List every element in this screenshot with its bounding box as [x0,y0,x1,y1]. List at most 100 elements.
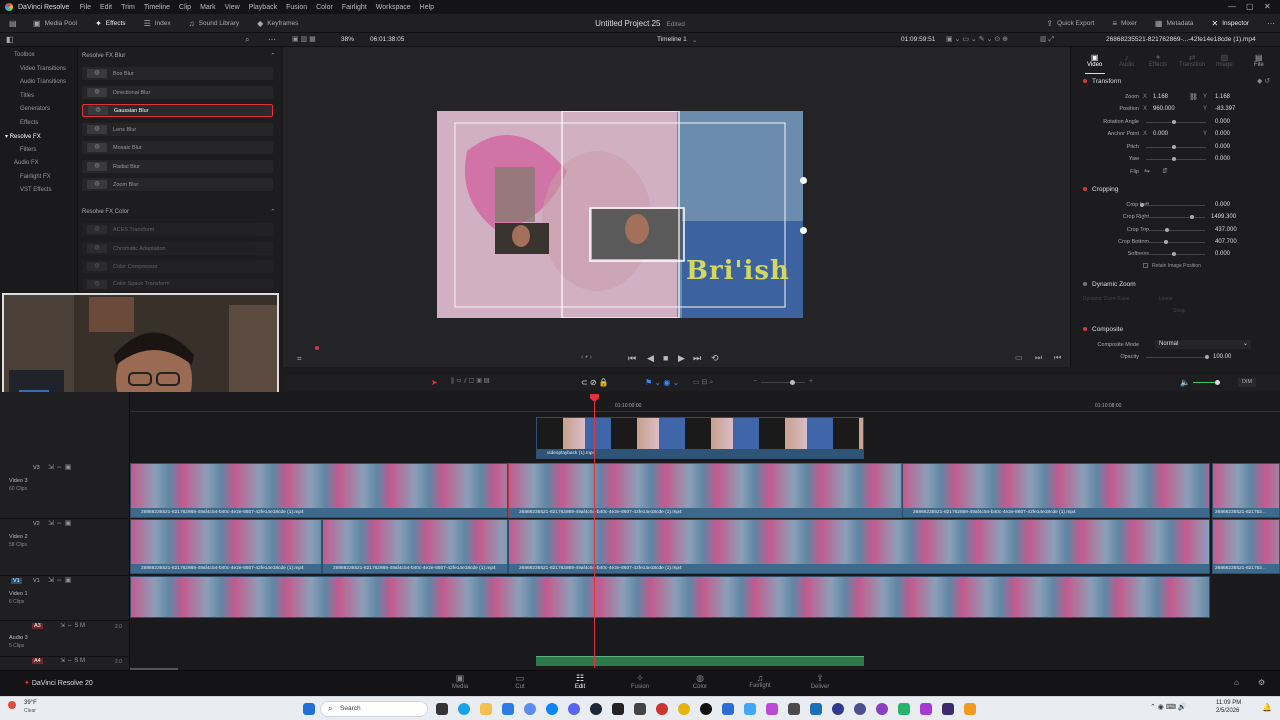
crop-right-knob[interactable] [1190,215,1194,219]
panel-toggle-button[interactable]: ▤ [0,14,24,33]
transform-header[interactable]: Transform [1083,78,1121,85]
yaw-field[interactable]: 0.000 [1215,156,1230,162]
page-deliver[interactable]: ⇪ Deliver [800,671,840,690]
track-controls-icon[interactable]: ⇲ ⇔ ▣ [48,463,71,471]
play-icon[interactable]: ▶ [678,353,685,364]
effect-box-blur[interactable]: ◍ Box Blur [82,67,273,80]
settings-gear-icon[interactable]: ⚙ [1258,678,1265,687]
zoom-options-icon[interactable]: ▭ ⊟ ⌕ [693,378,713,387]
track-controls-icon[interactable]: ⇲ ⇔ ▣ [48,576,71,584]
layout-toggle-icon[interactable]: ▥ ⤢ [1040,35,1054,44]
discord-icon[interactable] [568,703,580,715]
menu-edit[interactable]: Edit [96,4,117,11]
zoom-out-icon[interactable]: − [753,378,757,385]
resolve-fx-color-header[interactable]: Resolve FX Color [82,209,129,215]
softness-field[interactable]: 0.000 [1215,251,1230,257]
sidebar-toggle-icon[interactable]: ◧ [6,35,14,44]
metadata-button[interactable]: ▦ Metadata [1146,14,1203,33]
menu-mark[interactable]: Mark [196,4,221,11]
category-resolve-fx[interactable]: ▾ Resolve FX [5,133,41,140]
composite-header[interactable]: Composite [1083,326,1123,333]
crop-bottom-slider[interactable] [1141,242,1205,243]
go-to-end-icon[interactable]: ⏭ [693,353,701,364]
jog-control-icon[interactable]: ‹ • › [581,354,592,361]
effect-lens-blur[interactable]: ◍ Lens Blur [82,123,273,136]
category-fairlight-fx[interactable]: Fairlight FX [20,174,51,180]
more-options-button[interactable]: ⋯ [1258,14,1280,33]
tab-transition[interactable]: ⇄ Transition [1179,53,1205,68]
clip-v2-4[interactable]: 26868235521-821762... [1212,519,1280,574]
position-x-field[interactable]: 960.000 [1153,106,1175,112]
zoom-slider[interactable] [761,382,805,383]
rotation-knob[interactable] [1172,120,1176,124]
app-icon[interactable] [876,703,888,715]
category-vst-effects[interactable]: VST Effects [20,187,51,193]
crop-top-knob[interactable] [1165,228,1169,232]
effect-color-compressor[interactable]: ◍ Color Compressor [82,260,273,273]
store-icon[interactable] [502,703,514,715]
notification-bell-icon[interactable]: 🔔 [1262,703,1272,712]
tab-audio[interactable]: ♪ Audio [1119,53,1134,68]
quick-export-button[interactable]: ⇪ Quick Export [1037,14,1103,33]
search-icon[interactable]: ⌕ [245,35,249,45]
category-audio-fx[interactable]: Audio FX [14,160,39,166]
system-tray-icon[interactable]: ⌃ ◉ ⌨ 🔊 [1150,703,1187,711]
app-icon[interactable] [898,703,910,715]
app-icon[interactable] [612,703,624,715]
pitch-field[interactable]: 0.000 [1215,144,1230,150]
cropping-header[interactable]: Cropping [1083,186,1118,193]
chevron-down-icon[interactable]: ⌄ [692,36,697,44]
audio-clip[interactable] [536,656,864,666]
effect-radial-blur[interactable]: ◍ Radial Blur [82,160,273,173]
crop-right-field[interactable]: 1499.300 [1211,214,1236,220]
volume-knob[interactable] [1215,380,1220,385]
stop-icon[interactable]: ■ [663,353,668,363]
crop-bottom-knob[interactable] [1164,240,1168,244]
category-audio-transitions[interactable]: Audio Transitions [20,79,66,85]
flag-icon[interactable]: ⚑ ⌄ ◉ ⌄ [645,378,679,387]
match-frame-icon[interactable]: ▭ [1015,353,1023,362]
menu-playback[interactable]: Playback [244,4,281,11]
yaw-knob[interactable] [1172,157,1176,161]
effect-directional-blur[interactable]: ◍ Directional Blur [82,86,273,99]
selection-tool-icon[interactable]: ➤ [431,378,438,387]
effect-gaussian-blur[interactable]: ◍ Gaussian Blur [82,104,273,117]
softness-knob[interactable] [1172,252,1176,256]
crop-left-slider[interactable] [1141,205,1205,206]
effect-color-space-transform[interactable]: ◍ Color Space Transform [82,279,273,289]
anchor-y-field[interactable]: 0.000 [1215,131,1230,137]
chrome-icon[interactable] [678,703,690,715]
options-icon[interactable]: ⋯ [268,35,276,44]
category-effects[interactable]: Effects [20,120,38,126]
menu-workspace[interactable]: Workspace [371,4,415,11]
menu-trim[interactable]: Trim [117,4,140,11]
crop-top-field[interactable]: 437.000 [1215,227,1237,233]
index-button[interactable]: ☰ Index [135,14,180,33]
effects-button[interactable]: ✦ Effects [86,14,134,33]
zoom-x-field[interactable]: 1.168 [1153,94,1168,100]
crop-tool-icon[interactable]: ⌗ [297,354,305,363]
page-edit[interactable]: ☷ Edit [560,671,600,690]
zoom-in-icon[interactable]: + [809,378,813,385]
app-icon[interactable] [788,703,800,715]
page-fusion[interactable]: ✧ Fusion [620,671,660,690]
app-icon[interactable] [942,703,954,715]
go-to-start-icon[interactable]: ⏮ [628,353,636,364]
zoom-knob[interactable] [790,380,795,385]
task-view-icon[interactable] [436,703,448,715]
track-id-a4[interactable]: A4 [32,658,43,664]
media-pool-button[interactable]: ▣ Media Pool [24,14,86,33]
file-explorer-icon[interactable] [480,703,492,715]
menu-fusion[interactable]: Fusion [282,4,312,11]
sound-library-button[interactable]: ♫ Sound Library [180,14,248,33]
track-id-a3[interactable]: A3 [32,623,43,629]
clip-v3-4[interactable]: 26868235521-821762... [1212,463,1280,518]
loop-icon[interactable]: ⟲ [711,353,719,364]
menu-clip[interactable]: Clip [175,4,196,11]
steam-icon[interactable] [590,703,602,715]
keyframes-button[interactable]: ◆ Keyframes [248,14,307,33]
page-fairlight[interactable]: ♫ Fairlight [740,671,780,689]
maximize-icon[interactable]: ▢ [1246,2,1254,11]
app-icon[interactable] [744,703,756,715]
collapse-chevron-icon[interactable]: ⌃ [270,52,276,60]
